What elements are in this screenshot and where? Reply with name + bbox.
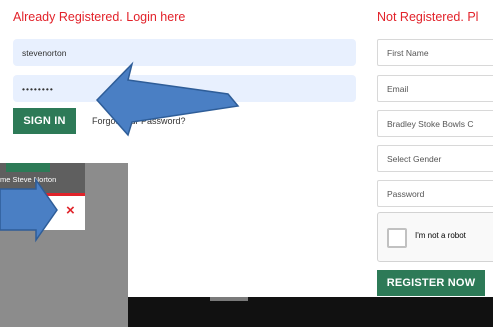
annotation-arrows — [0, 61, 240, 243]
arrow-icon-lower — [0, 177, 58, 243]
arrow-icon-upper — [95, 61, 240, 137]
